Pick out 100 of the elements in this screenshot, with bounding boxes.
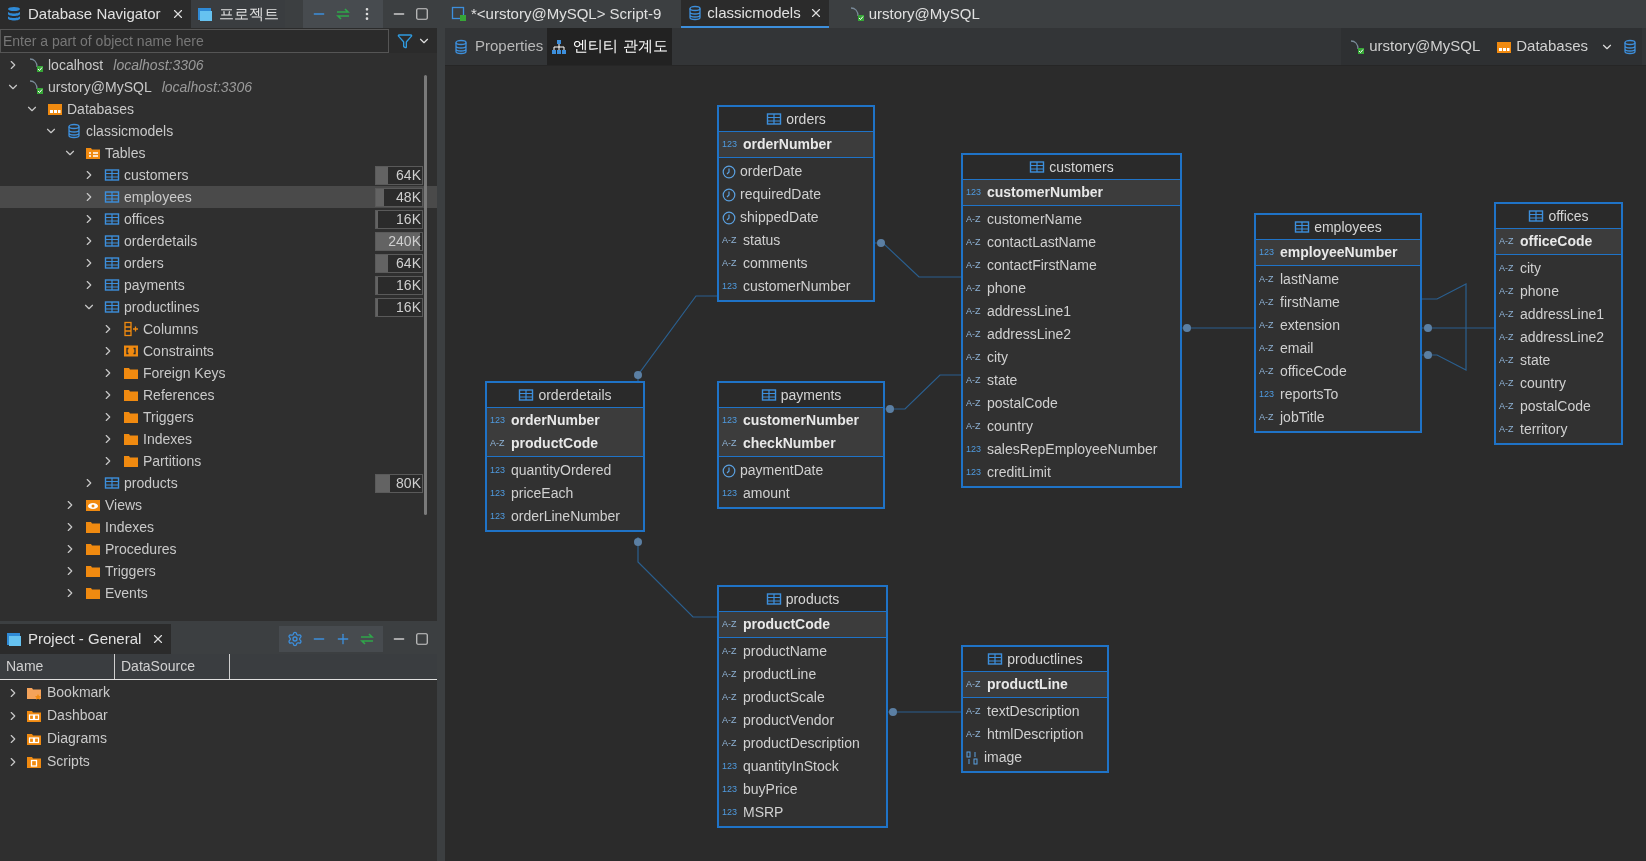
relationship-connector[interactable] (887, 708, 962, 716)
tree-item[interactable]: Dashboar (0, 704, 115, 727)
link-arrows-icon[interactable] (359, 631, 375, 647)
editor-tab[interactable]: classicmodels (681, 0, 829, 28)
search-field[interactable]: Enter a part of object name here (0, 28, 389, 53)
table-icon (104, 277, 120, 293)
tree-item[interactable]: Indexes (0, 428, 437, 450)
tree-item[interactable]: customers 64K (0, 164, 437, 186)
tree-item[interactable]: References (0, 384, 437, 406)
tree-item[interactable]: Tables (0, 142, 437, 164)
column-header[interactable]: DataSource (115, 654, 230, 679)
tree-item[interactable]: orders 64K (0, 252, 437, 274)
folder-icon (123, 453, 139, 469)
editor-sub-tab[interactable]: 엔티티 관계도 (547, 28, 672, 65)
columns-icon (123, 321, 139, 337)
entity-table[interactable]: orderdetails 123 orderNumber A-Z productCode 123 quantityOrdered 123 priceEach 123 orderLineNumber (485, 381, 645, 532)
editor-tab[interactable]: urstory@MySQL (842, 0, 986, 28)
column-name: addressLine1 (987, 302, 1072, 321)
tree-item[interactable]: Indexes (0, 516, 437, 538)
column-header[interactable]: Name (0, 654, 115, 679)
panel-tab[interactable]: Project - General (0, 624, 172, 654)
relationship-connector[interactable] (874, 239, 962, 278)
tree-item[interactable]: Foreign Keys (0, 362, 437, 384)
breadcrumb-item[interactable]: Databases (1488, 28, 1596, 65)
folder-icon (85, 563, 101, 579)
tree-item[interactable]: products 80K (0, 472, 437, 494)
tree-item[interactable]: offices 16K (0, 208, 437, 230)
tree-item[interactable]: employees 48K (0, 186, 437, 208)
tree-item[interactable]: Triggers (0, 560, 437, 582)
database-icon (687, 5, 704, 21)
size-meter: 16K (375, 275, 423, 295)
constraints-icon (123, 343, 139, 359)
column-type-label: A-Z (966, 727, 982, 741)
tree-item[interactable]: classicmodels (0, 120, 437, 142)
column-type-label: A-Z (722, 736, 738, 750)
column-name: phone (1520, 282, 1559, 301)
column-type-label: A-Z (1499, 284, 1515, 298)
table-icon (104, 233, 120, 249)
tree-item[interactable]: Events (0, 582, 437, 604)
entity-table[interactable]: payments 123 customerNumber A-Z checkNumber paymentDate 123 amount (717, 381, 885, 509)
tree-item[interactable]: urstory@MySQL localhost:3306 (0, 76, 437, 98)
entity-table[interactable]: products A-Z productCode A-Z productName A-Z productLine A-Z productScale A-Z productVendor A-Z productDescription 123 quantityInStock 123 buyPrice 123 MSRP (717, 585, 888, 828)
column-name: MSRP (743, 803, 784, 822)
column-type-label: A-Z (1259, 295, 1275, 309)
database-icon (453, 38, 469, 55)
column-name: postalCode (987, 394, 1058, 413)
column-name: state (987, 371, 1018, 390)
column-name: priceEach (511, 484, 574, 503)
scrollbar[interactable] (424, 75, 427, 515)
column-type-label: A-Z (1499, 261, 1515, 275)
tree-item[interactable]: Scripts (0, 750, 115, 773)
entity-table[interactable]: orders 123 orderNumber orderDate requiredDate shippedDate A-Z status A-Z comments 123 customerNumber (717, 105, 875, 302)
relationship-connector[interactable] (1421, 324, 1495, 332)
settings-icon[interactable] (287, 631, 303, 647)
editor-tab[interactable]: *<urstory@MySQL> Script-9 (445, 0, 668, 28)
relationship-connector[interactable] (883, 374, 962, 413)
relationship-connector[interactable] (1421, 283, 1467, 371)
tree-item[interactable]: Partitions (0, 450, 437, 472)
tree-item[interactable]: Views (0, 494, 437, 516)
tree-item[interactable]: Bookmark (0, 681, 115, 704)
entity-table[interactable]: offices A-Z officeCode A-Z city A-Z phone A-Z addressLine1 A-Z addressLine2 A-Z state A-Z country A-Z postalCode A-Z territory (1494, 202, 1623, 445)
tree-item[interactable]: Columns (0, 318, 437, 340)
column-name: postalCode (1520, 397, 1591, 416)
table-icon (104, 299, 120, 315)
folder-icon (85, 519, 101, 535)
filter-icon[interactable] (397, 32, 413, 49)
maximize-icon[interactable] (415, 632, 429, 646)
tree-item[interactable]: orderdetails 240K (0, 230, 437, 252)
tree-item[interactable]: localhost localhost:3306 (0, 54, 437, 76)
panel-tab[interactable]: Database Navigator (0, 0, 191, 28)
column-name: country (987, 417, 1033, 436)
tree-item[interactable]: Diagrams (0, 727, 115, 750)
folder-icon (123, 431, 139, 447)
column-name: quantityInStock (743, 757, 839, 776)
key-column: orderNumber (511, 410, 600, 431)
tree-item[interactable]: payments 16K (0, 274, 437, 296)
tree-item[interactable]: Triggers (0, 406, 437, 428)
entity-table[interactable] (961, 153, 1182, 488)
tree-item[interactable]: productlines 16K (0, 296, 437, 318)
column-name: salesRepEmployeeNumber (987, 440, 1158, 459)
editor-sub-tab[interactable]: Properties (449, 28, 548, 65)
table-icon (104, 167, 120, 183)
clock-icon (722, 210, 736, 225)
breadcrumb-item[interactable]: urstory@MySQL (1341, 28, 1489, 65)
tree-item[interactable]: Constraints (0, 340, 437, 362)
entity-title: employees (1314, 217, 1382, 237)
column-name: reportsTo (1280, 385, 1339, 404)
tree-item[interactable]: Procedures (0, 538, 437, 560)
table-icon (1294, 219, 1311, 235)
entity-table[interactable]: employees 123 employeeNumber A-Z lastName A-Z firstName A-Z extension A-Z email A-Z officeCode 123 reportsTo A-Z jobTitle (1254, 213, 1422, 433)
entity-table[interactable]: productlines A-Z productLine A-Z textDescription A-Z htmlDescription image (961, 645, 1109, 773)
link-arrows-icon[interactable] (335, 6, 351, 22)
key-column: checkNumber (743, 433, 836, 454)
relationship-connector[interactable] (1181, 324, 1255, 332)
connection-host: localhost:3306 (113, 55, 204, 75)
column-name: extension (1280, 316, 1340, 335)
database-icon (66, 123, 82, 139)
column-name: paymentDate (740, 461, 824, 480)
maximize-icon[interactable] (415, 7, 429, 21)
tree-item[interactable]: Databases (0, 98, 437, 120)
